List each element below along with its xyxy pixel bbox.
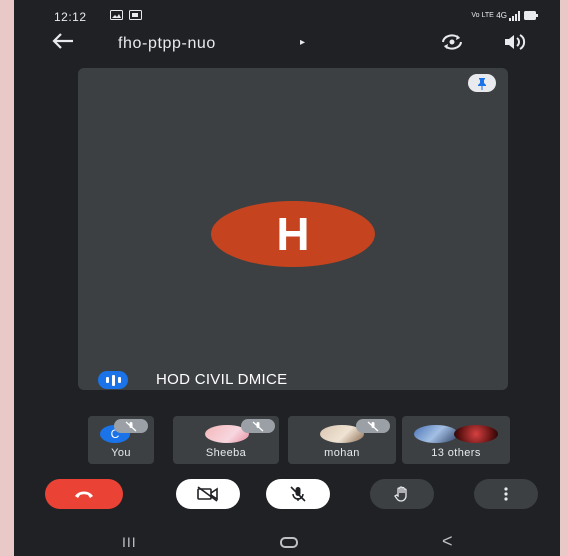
mic-off-badge <box>114 419 148 433</box>
mic-off-icon <box>367 421 379 431</box>
participant-label: 13 others <box>431 447 481 459</box>
4g-icon: 4G <box>496 11 507 21</box>
system-back-button[interactable]: < <box>442 531 453 552</box>
volte-icon: Vo LTE <box>471 12 494 20</box>
pin-icon <box>478 77 486 90</box>
speaking-indicator-icon <box>98 371 128 389</box>
more-options-button[interactable] <box>474 479 538 509</box>
status-time: 12:12 <box>54 10 87 24</box>
meeting-code[interactable]: fho-ptpp-nuo <box>118 35 216 53</box>
back-button[interactable] <box>52 31 74 55</box>
raise-hand-icon <box>394 486 407 502</box>
mic-off-icon <box>290 486 306 502</box>
switch-camera-icon <box>442 34 462 50</box>
more-vertical-icon <box>504 487 508 501</box>
status-left-icons <box>110 10 142 23</box>
mic-toggle-button[interactable] <box>266 479 330 509</box>
participant-thumb-sheeba[interactable]: Sheeba <box>173 416 279 464</box>
end-call-icon <box>75 491 93 498</box>
call-controls <box>14 479 560 511</box>
participant-label: Sheeba <box>205 447 247 459</box>
mic-off-icon <box>125 421 137 431</box>
arrow-left-icon <box>52 33 73 49</box>
avatar <box>454 425 498 443</box>
call-header: fho-ptpp-nuo ▸ <box>14 30 560 58</box>
recents-button[interactable]: III <box>122 534 137 550</box>
battery-icon <box>524 11 538 21</box>
mic-off-badge <box>356 419 390 433</box>
raise-hand-button[interactable] <box>370 479 434 509</box>
participant-thumb-others[interactable]: 13 others <box>402 416 510 464</box>
status-right-icons: Vo LTE 4G <box>471 10 538 21</box>
switch-camera-button[interactable] <box>439 32 465 57</box>
main-participant-tile[interactable]: H HOD CIVIL DMICE <box>78 68 508 390</box>
camera-off-icon <box>197 486 218 502</box>
system-nav-bar: III < <box>14 530 560 556</box>
participant-name: HOD CIVIL DMICE <box>156 371 288 388</box>
speaker-icon <box>505 34 526 50</box>
gallery-icon <box>110 10 123 20</box>
speaker-button[interactable] <box>504 34 526 55</box>
signal-icon <box>509 10 521 21</box>
participant-label: mohan <box>324 447 360 459</box>
cast-icon <box>128 10 142 20</box>
end-call-button[interactable] <box>45 479 123 509</box>
caret-right-icon[interactable]: ▸ <box>300 37 305 48</box>
status-bar: 12:12 Vo LTE 4G <box>14 0 560 34</box>
phone-screen: 12:12 Vo LTE 4G fho-ptpp-nuo ▸ H HOD CIV… <box>14 0 560 556</box>
mic-off-icon <box>252 421 264 431</box>
participant-label: You <box>111 447 131 459</box>
home-button[interactable] <box>280 537 298 548</box>
camera-toggle-button[interactable] <box>176 479 240 509</box>
participant-thumb-mohan[interactable]: mohan <box>288 416 396 464</box>
pin-button[interactable] <box>468 74 496 92</box>
participant-avatar: H <box>211 201 375 267</box>
participant-thumb-you[interactable]: C You <box>88 416 154 464</box>
avatar <box>414 425 458 443</box>
mic-off-badge <box>241 419 275 433</box>
